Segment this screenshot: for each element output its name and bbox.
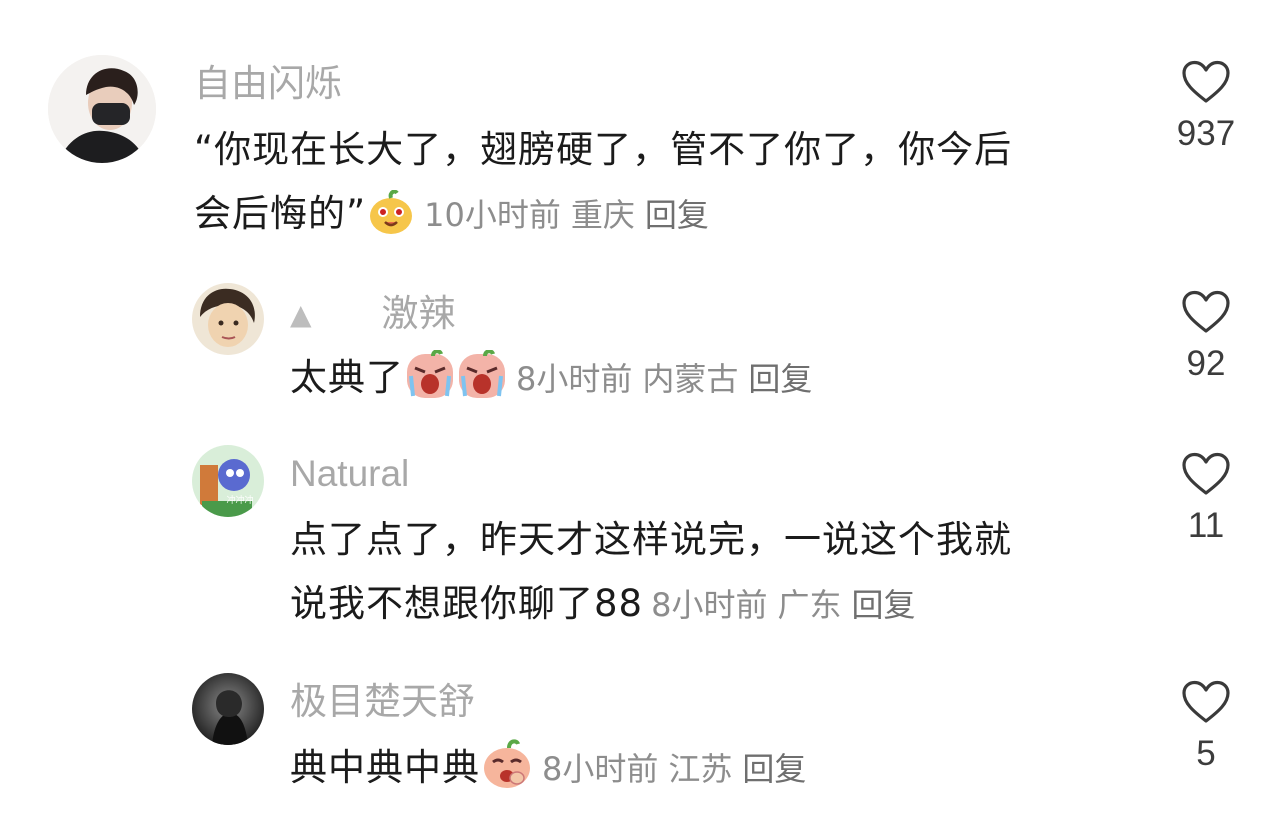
avatar[interactable]	[192, 283, 264, 355]
comment-time: 10小时前	[424, 196, 561, 234]
reply-button[interactable]: 回复	[748, 360, 812, 398]
comment-text: 太典了 8小时前 内蒙古 回复	[290, 346, 822, 420]
heart-outline-icon	[1182, 680, 1230, 723]
comment-location: 广东	[777, 586, 842, 624]
comment-username[interactable]: ▲ 激辣	[290, 292, 456, 337]
comment-text: 点了点了，昨天才这样说完，一说这个我就 说我不想跟你聊了88 8小时前 广东 回复	[290, 508, 1120, 637]
comment-text-line: 会后悔的” 10小时前 重庆 回复	[194, 182, 1114, 256]
reply-button[interactable]: 回复	[742, 750, 806, 788]
comment-location: 内蒙古	[642, 360, 739, 398]
crying-peach-emoji	[405, 349, 455, 420]
avatar-caption: 冲冲冲	[226, 494, 253, 506]
like-button[interactable]: 5	[1151, 680, 1261, 774]
reply-button[interactable]: 回复	[851, 586, 915, 624]
comment-time: 8小时前	[516, 360, 633, 398]
comment-meta: 8小时前 广东 回复	[651, 586, 925, 624]
comment-text: “你现在长大了，翅膀硬了，管不了你了，你今后 会后悔的” 10小时前 重庆 回复	[194, 118, 1114, 256]
comment-meta: 8小时前 内蒙古 回复	[516, 360, 822, 398]
like-count: 5	[1196, 734, 1216, 773]
comment-text-line: “你现在长大了，翅膀硬了，管不了你了，你今后	[194, 128, 1013, 171]
like-count: 937	[1176, 114, 1236, 153]
comment-text-line: 说我不想跟你聊了88 8小时前 广东 回复	[290, 572, 1120, 637]
comment-username-text: 激辣	[381, 292, 456, 335]
smiley-peach-emoji	[367, 189, 415, 256]
comment-text-fragment: 太典了	[290, 356, 404, 399]
comment-location: 江苏	[668, 750, 733, 788]
comment-username[interactable]: Natural	[290, 452, 409, 496]
avatar[interactable]	[48, 55, 156, 163]
crying-peach-emoji	[457, 349, 507, 420]
comment-location: 重庆	[570, 196, 635, 234]
comment-time: 8小时前	[651, 586, 768, 624]
like-count: 11	[1187, 506, 1225, 545]
comment-item: 自由闪烁 “你现在长大了，翅膀硬了，管不了你了，你今后 会后悔的” 10小时前 重庆…	[0, 0, 1284, 260]
heart-outline-icon	[1182, 290, 1230, 333]
triangle-icon: ▲	[290, 298, 312, 331]
avatar[interactable]	[192, 673, 264, 745]
laughing-peach-emoji	[481, 738, 533, 810]
like-count: 92	[1186, 344, 1226, 383]
like-button[interactable]: 11	[1151, 452, 1261, 546]
comment-text: 典中典中典 8小时前 江苏 回复	[290, 736, 816, 810]
comment-text-line: 点了点了，昨天才这样说完，一说这个我就	[290, 518, 1012, 561]
comment-text-fragment: 会后悔的”	[194, 192, 367, 235]
like-button[interactable]: 937	[1151, 60, 1261, 154]
heart-outline-icon	[1182, 60, 1230, 103]
avatar[interactable]: 冲冲冲	[192, 445, 264, 517]
comment-meta: 10小时前 重庆 回复	[424, 196, 719, 234]
comment-username[interactable]: 极目楚天舒	[290, 680, 475, 724]
reply-button[interactable]: 回复	[645, 196, 709, 234]
comment-meta: 8小时前 江苏 回复	[542, 750, 816, 788]
comment-text-fragment: 说我不想跟你聊了88	[290, 582, 644, 625]
comment-time: 8小时前	[542, 750, 659, 788]
like-button[interactable]: 92	[1151, 290, 1261, 384]
heart-outline-icon	[1182, 452, 1230, 495]
comment-username[interactable]: 自由闪烁	[194, 62, 342, 106]
comment-text-fragment: 典中典中典	[290, 746, 480, 789]
